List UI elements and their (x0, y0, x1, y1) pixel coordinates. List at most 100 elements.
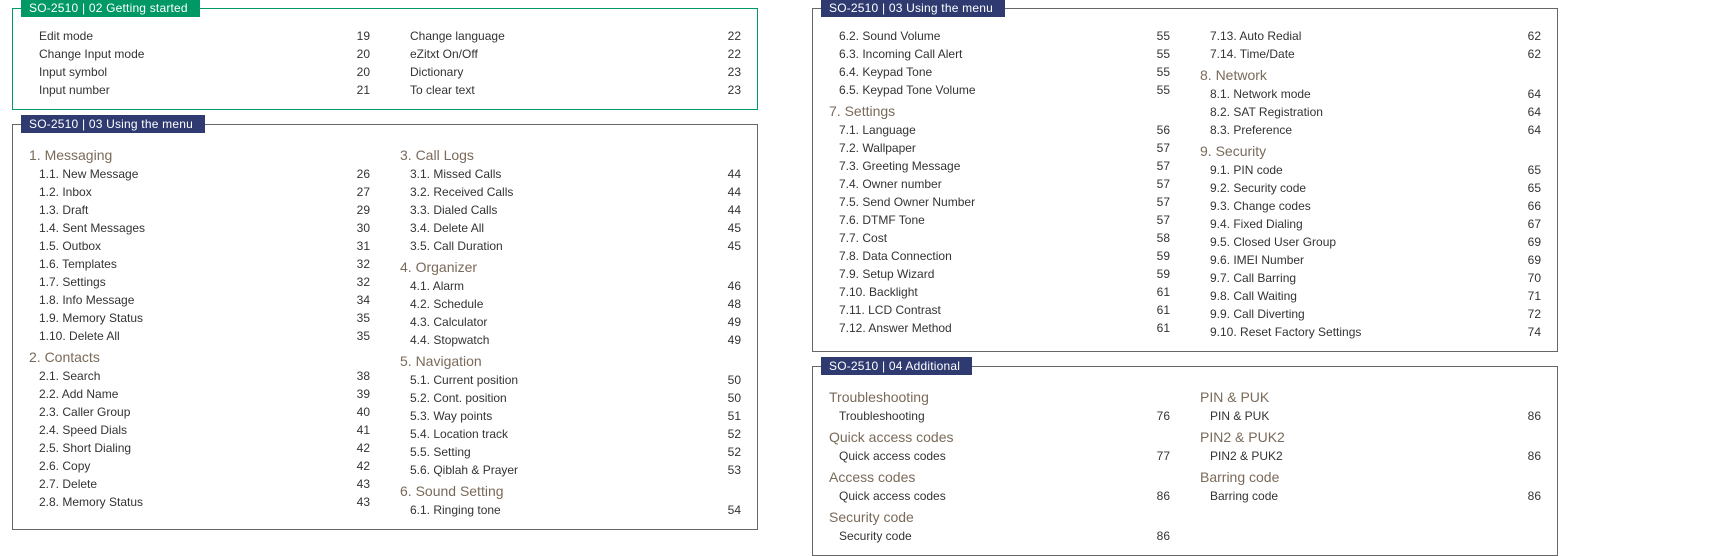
toc-row: 5.3. Way points 51 (400, 407, 741, 425)
toc-row: 6.5. Keypad Tone Volume 55 (829, 81, 1170, 99)
item-label: 7.11. LCD Contrast (839, 301, 941, 319)
page-num: 48 (711, 295, 741, 313)
item-label: 9.3. Change codes (1210, 197, 1311, 215)
item-label: 6.2. Sound Volume (839, 27, 940, 45)
page-num: 21 (340, 81, 370, 99)
section-5-navigation: 5. Navigation (400, 353, 741, 369)
section-7-settings: 7. Settings (829, 103, 1170, 119)
item-label: 9.1. PIN code (1210, 161, 1283, 179)
page-num: 50 (711, 371, 741, 389)
page-num: 30 (340, 219, 370, 237)
page-num: 57 (1140, 211, 1170, 229)
toc-row: 6.1. Ringing tone 54 (400, 501, 741, 519)
item-label: 7.12. Answer Method (839, 319, 952, 337)
item-label: 7.3. Greeting Message (839, 157, 960, 175)
toc-row: 1.7. Settings 32 (29, 273, 370, 291)
page-num: 50 (711, 389, 741, 407)
toc-row: 1.1. New Message 26 (29, 165, 370, 183)
item-label: Change Input mode (39, 45, 144, 63)
box04-col-b: PIN & PUK PIN & PUK 86 PIN2 & PUK2 PIN2 … (1200, 385, 1541, 545)
additional-head: PIN2 & PUK2 (1200, 429, 1541, 445)
page-num: 55 (1140, 81, 1170, 99)
page-num: 62 (1511, 27, 1541, 45)
item-label: 8.2. SAT Registration (1210, 103, 1323, 121)
page-num: 65 (1511, 161, 1541, 179)
toc-row: 9.3. Change codes 66 (1200, 197, 1541, 215)
item-label: Edit mode (39, 27, 93, 45)
toc-row: Troubleshooting 76 (829, 407, 1170, 425)
item-label: 3.3. Dialed Calls (410, 201, 497, 219)
item-label: 7.5. Send Owner Number (839, 193, 975, 211)
page-num: 77 (1140, 447, 1170, 465)
page-num: 41 (340, 421, 370, 439)
toc-row: 2.6. Copy 42 (29, 457, 370, 475)
right-page: SO-2510 | 03 Using the menu 6.2. Sound V… (800, 0, 1570, 550)
toc-row: 1.8. Info Message 34 (29, 291, 370, 309)
toc-row: 3.2. Received Calls 44 (400, 183, 741, 201)
item-label: 9.8. Call Waiting (1210, 287, 1297, 305)
item-label: 1.9. Memory Status (39, 309, 143, 327)
toc-row: 1.10. Delete All 35 (29, 327, 370, 345)
toc-row: 7.8. Data Connection 59 (829, 247, 1170, 265)
toc-row: 6.3. Incoming Call Alert 55 (829, 45, 1170, 63)
toc-row: Quick access codes 77 (829, 447, 1170, 465)
toc-row: 2.2. Add Name 39 (29, 385, 370, 403)
page-num: 44 (711, 183, 741, 201)
item-label: 3.2. Received Calls (410, 183, 513, 201)
item-label: 1.7. Settings (39, 273, 106, 291)
toc-row: 7.4. Owner number 57 (829, 175, 1170, 193)
toc-row: 4.4. Stopwatch 49 (400, 331, 741, 349)
toc-row: 5.6. Qiblah & Prayer 53 (400, 461, 741, 479)
toc-row: 8.2. SAT Registration 64 (1200, 103, 1541, 121)
toc-row: 2.4. Speed Dials 41 (29, 421, 370, 439)
page-num: 20 (340, 45, 370, 63)
toc-row: 5.1. Current position 50 (400, 371, 741, 389)
page-num: 86 (1140, 527, 1170, 545)
page-num: 55 (1140, 63, 1170, 81)
toc-row: 9.6. IMEI Number 69 (1200, 251, 1541, 269)
additional-head: Barring code (1200, 469, 1541, 485)
page-num: 54 (711, 501, 741, 519)
page-num: 43 (340, 475, 370, 493)
page-num: 61 (1140, 319, 1170, 337)
item-label: 2.2. Add Name (39, 385, 118, 403)
item-label: 2.4. Speed Dials (39, 421, 127, 439)
item-label: 2.5. Short Dialing (39, 439, 131, 457)
item-label: 4.2. Schedule (410, 295, 483, 313)
page-num: 59 (1140, 265, 1170, 283)
section-6-sound: 6. Sound Setting (400, 483, 741, 499)
additional-head: Access codes (829, 469, 1170, 485)
page-num: 31 (340, 237, 370, 255)
toc-row: 7.10. Backlight 61 (829, 283, 1170, 301)
item-label: 1.3. Draft (39, 201, 88, 219)
item-label: 7.8. Data Connection (839, 247, 952, 265)
page-num: 72 (1511, 305, 1541, 323)
toc-row: 7.6. DTMF Tone 57 (829, 211, 1170, 229)
toc-row: 9.10. Reset Factory Settings 74 (1200, 323, 1541, 341)
box02-col-a: Edit mode19 Change Input mode20 Input sy… (29, 27, 370, 99)
item-label: 1.5. Outbox (39, 237, 101, 255)
item-label: 9.5. Closed User Group (1210, 233, 1336, 251)
page-num: 61 (1140, 283, 1170, 301)
page-num: 57 (1140, 139, 1170, 157)
page-num: 64 (1511, 85, 1541, 103)
item-label: 1.4. Sent Messages (39, 219, 145, 237)
item-label: 1.8. Info Message (39, 291, 134, 309)
item-label: 5.1. Current position (410, 371, 518, 389)
page-num: 23 (711, 81, 741, 99)
item-label: Input symbol (39, 63, 107, 81)
section-1-messaging: 1. Messaging (29, 147, 370, 163)
toc-row: 7.11. LCD Contrast 61 (829, 301, 1170, 319)
toc-row: 4.1. Alarm 46 (400, 277, 741, 295)
toc-row: 5.4. Location track 52 (400, 425, 741, 443)
page-num: 44 (711, 165, 741, 183)
item-label: 1.2. Inbox (39, 183, 92, 201)
page-num: 49 (711, 331, 741, 349)
toc-row: 2.3. Caller Group 40 (29, 403, 370, 421)
item-label: 2.3. Caller Group (39, 403, 130, 421)
page-num: 66 (1511, 197, 1541, 215)
additional-head: Security code (829, 509, 1170, 525)
page-num: 43 (340, 493, 370, 511)
item-label: 7.13. Auto Redial (1210, 27, 1301, 45)
toc-row: 1.3. Draft 29 (29, 201, 370, 219)
